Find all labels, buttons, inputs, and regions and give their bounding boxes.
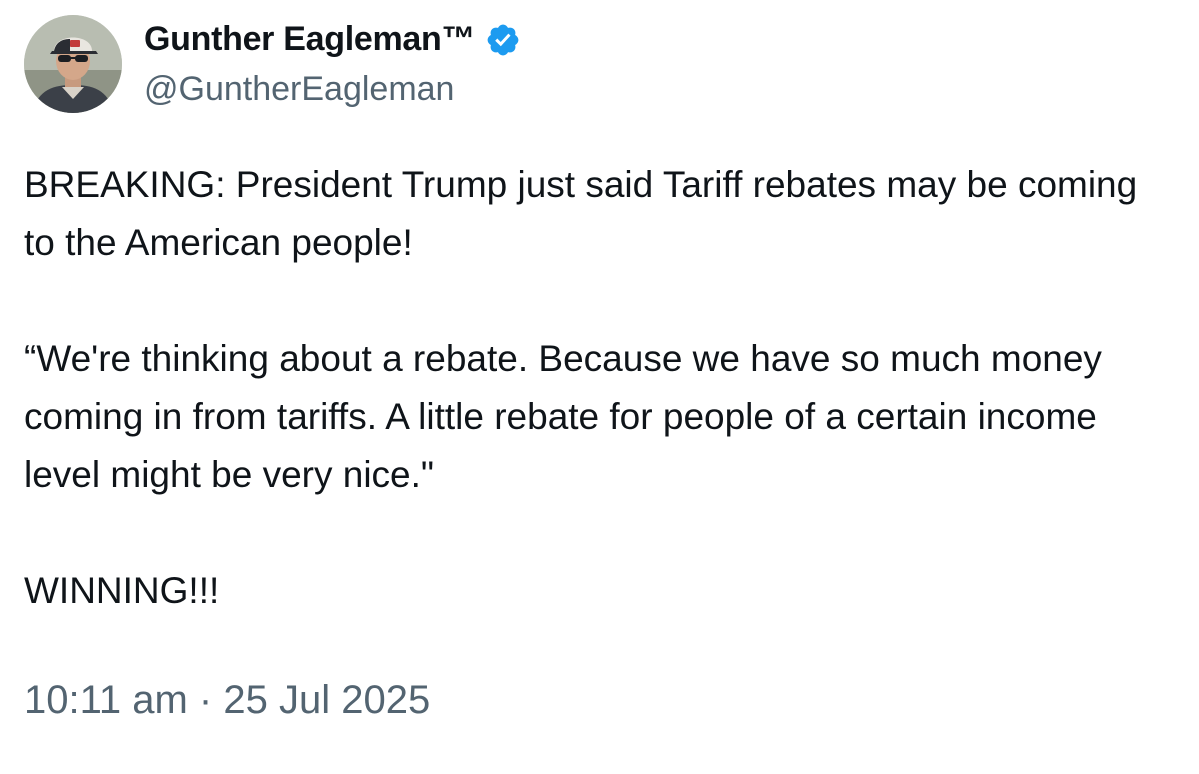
tweet-paragraph: BREAKING: President Trump just said Tari… <box>24 164 1138 263</box>
verified-badge-icon[interactable] <box>485 22 521 58</box>
tweet-timestamp[interactable]: 10:11 am · 25 Jul 2025 <box>24 678 430 723</box>
tweet-paragraph: “We're thinking about a rebate. Because … <box>24 338 1102 495</box>
tweet-paragraph: WINNING!!! <box>24 570 220 611</box>
tweet-card: Gunther Eagleman™ @GuntherEagleman BREAK… <box>0 0 1199 774</box>
author-handle[interactable]: @GuntherEagleman <box>144 70 454 109</box>
tweet-text: BREAKING: President Trump just said Tari… <box>24 156 1174 620</box>
author-name-row: Gunther Eagleman™ <box>144 20 521 59</box>
avatar[interactable] <box>24 15 122 113</box>
avatar-photo-icon <box>24 15 122 113</box>
display-name[interactable]: Gunther Eagleman™ <box>144 20 475 59</box>
